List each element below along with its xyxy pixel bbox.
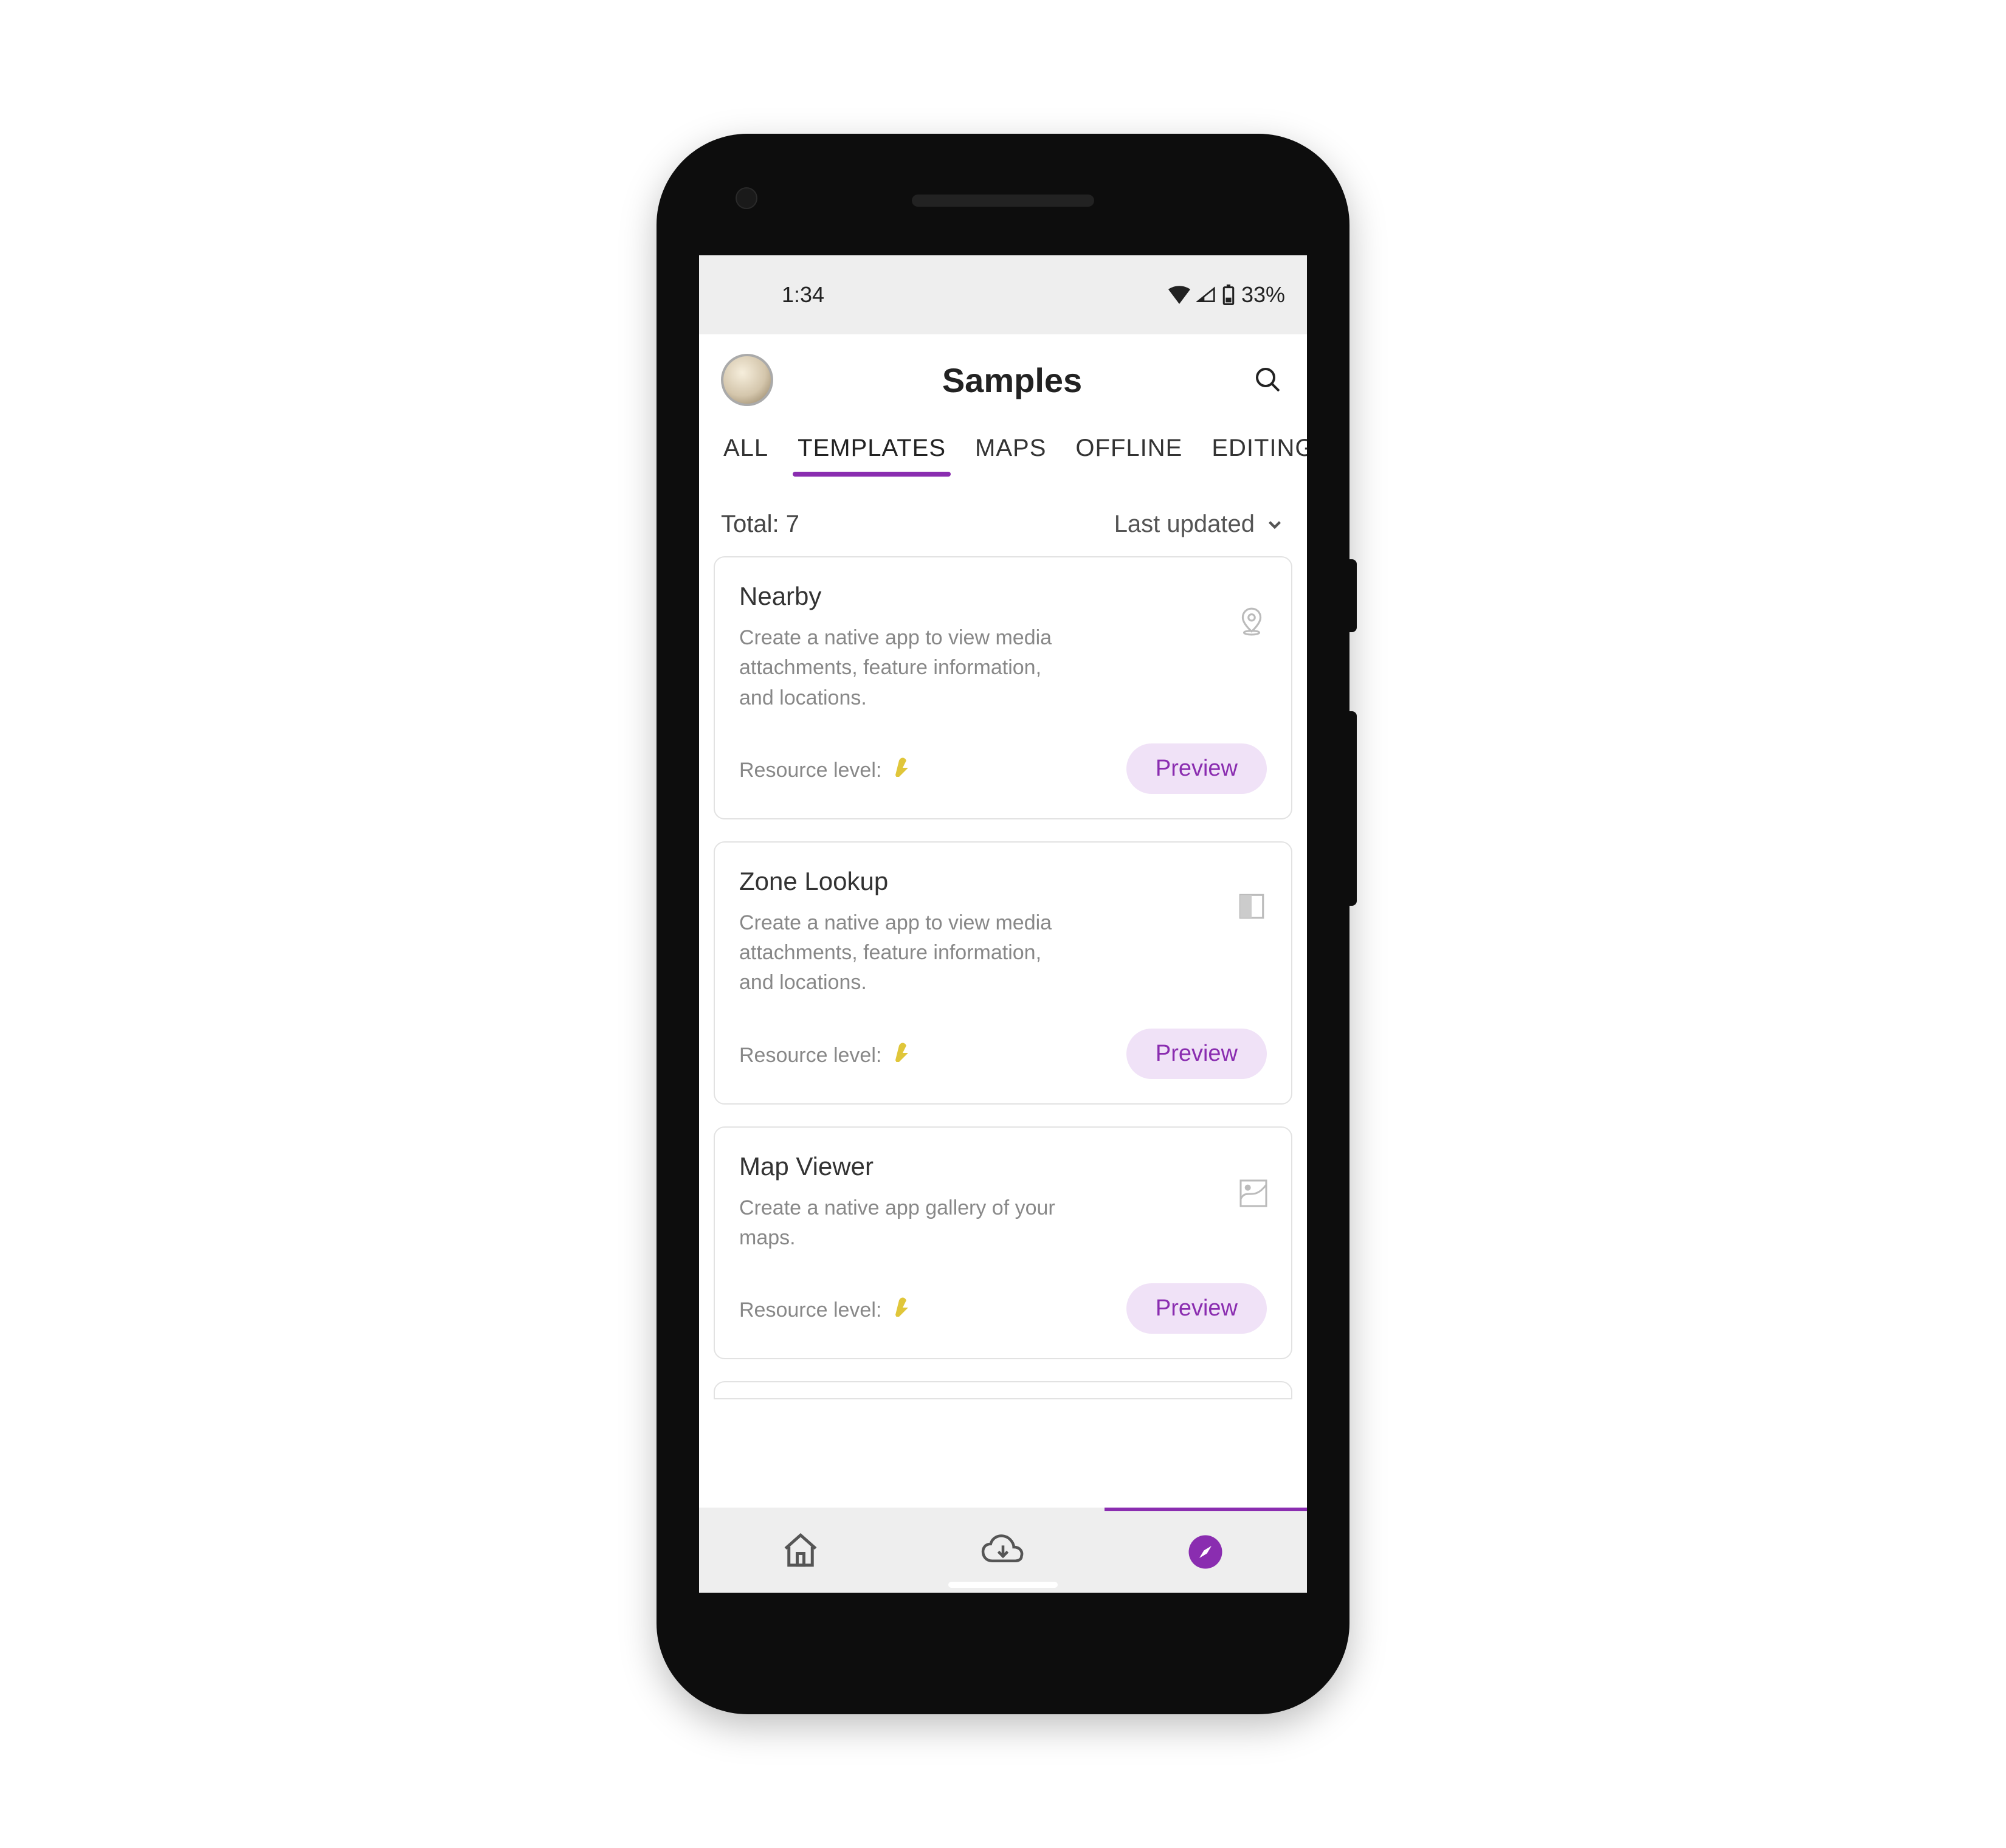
tab-maps[interactable]: MAPS: [973, 435, 1049, 477]
template-card[interactable]: Zone Lookup Create a native app to view …: [714, 841, 1292, 1105]
resource-level: Resource level:: [739, 1295, 914, 1322]
template-list: Nearby Create a native app to view media…: [699, 556, 1307, 1508]
template-title: Nearby: [739, 582, 1224, 611]
tab-all[interactable]: ALL: [721, 435, 771, 477]
template-card[interactable]: Nearby Create a native app to view media…: [714, 556, 1292, 819]
lite-badge-icon: [892, 1046, 914, 1066]
preview-button[interactable]: Preview: [1126, 743, 1267, 794]
nav-explore[interactable]: [1105, 1508, 1307, 1593]
status-icons: 33%: [1168, 282, 1285, 308]
pin-icon: [1236, 606, 1267, 636]
template-title: Map Viewer: [739, 1152, 1224, 1181]
total-count: Total: 7: [721, 511, 799, 538]
sort-dropdown[interactable]: Last updated: [1114, 511, 1285, 538]
volume-button: [1349, 711, 1357, 906]
cloud-download-icon: [980, 1532, 1026, 1568]
zone-icon: [1236, 891, 1267, 922]
template-description: Create a native app gallery of your maps…: [739, 1193, 1080, 1253]
preview-button[interactable]: Preview: [1126, 1029, 1267, 1079]
phone-frame: 1:34 33% Samples ALL TEMPLATES MAPS OFFL…: [657, 134, 1349, 1714]
list-summary: Total: 7 Last updated: [699, 486, 1307, 556]
bottom-nav: [699, 1508, 1307, 1593]
home-icon: [781, 1530, 821, 1570]
screen: 1:34 33% Samples ALL TEMPLATES MAPS OFFL…: [699, 255, 1307, 1593]
map-icon: [1236, 1176, 1267, 1207]
lite-badge-icon: [892, 1301, 914, 1321]
template-card-peek: [714, 1381, 1292, 1399]
tab-editing[interactable]: EDITING: [1209, 435, 1307, 477]
template-description: Create a native app to view media attach…: [739, 908, 1080, 998]
sort-label: Last updated: [1114, 511, 1255, 538]
lite-badge-icon: [892, 761, 914, 781]
compass-icon: [1187, 1534, 1224, 1570]
template-title: Zone Lookup: [739, 867, 1224, 896]
wifi-icon: [1168, 286, 1190, 304]
tab-templates[interactable]: TEMPLATES: [795, 435, 948, 477]
battery-icon: [1222, 284, 1235, 305]
tab-offline[interactable]: OFFLINE: [1073, 435, 1185, 477]
front-camera: [736, 187, 757, 209]
template-description: Create a native app to view media attach…: [739, 623, 1080, 713]
page-title: Samples: [773, 360, 1251, 400]
app-header: Samples: [699, 334, 1307, 426]
earpiece-speaker: [912, 195, 1094, 207]
avatar[interactable]: [721, 354, 773, 406]
preview-button[interactable]: Preview: [1126, 1283, 1267, 1334]
search-button[interactable]: [1251, 363, 1285, 397]
power-button: [1349, 559, 1357, 632]
resource-level: Resource level:: [739, 755, 914, 782]
battery-percentage: 33%: [1241, 282, 1285, 308]
template-card[interactable]: Map Viewer Create a native app gallery o…: [714, 1126, 1292, 1360]
resource-level: Resource level:: [739, 1040, 914, 1067]
signal-icon: [1196, 286, 1216, 304]
search-icon: [1253, 365, 1283, 395]
chevron-down-icon: [1264, 514, 1285, 535]
status-bar: 1:34 33%: [699, 255, 1307, 334]
status-time: 1:34: [721, 282, 824, 308]
nav-home[interactable]: [699, 1508, 901, 1593]
gesture-bar: [948, 1582, 1058, 1588]
nav-cloud[interactable]: [901, 1508, 1104, 1593]
filter-tabs: ALL TEMPLATES MAPS OFFLINE EDITING: [699, 426, 1307, 486]
